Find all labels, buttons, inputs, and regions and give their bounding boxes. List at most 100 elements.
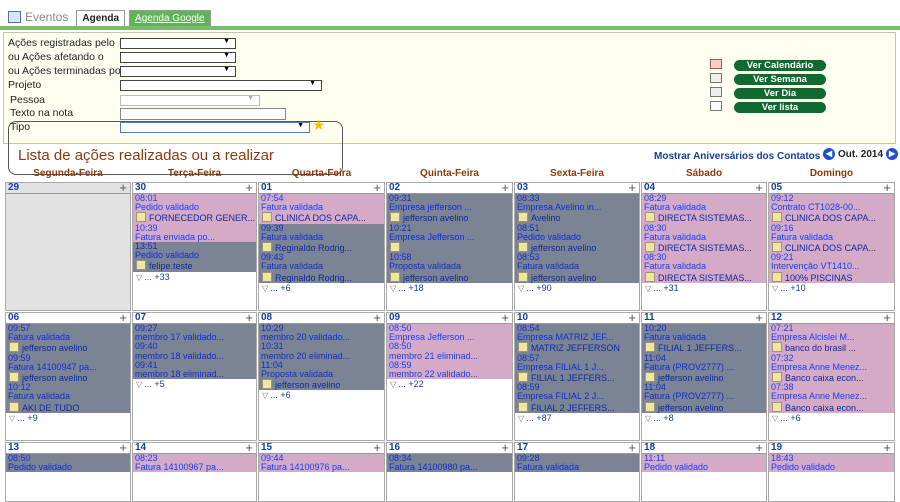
more-events-link[interactable]: ... +5 (133, 379, 256, 390)
event-contact[interactable]: DIRECTA SISTEMAS... (644, 212, 764, 223)
event-item[interactable]: 09:57 Fatura validada jefferson avelino (6, 324, 130, 354)
calendar-day-19[interactable]: 19 +18:43 Pedido validado (768, 442, 895, 502)
calendar-day-06[interactable]: 06 +09:57 Fatura validada jefferson avelino… (5, 312, 131, 441)
ver-semana-button[interactable]: Ver Semana (734, 74, 826, 85)
event-item[interactable]: 09:41 membro 18 eliminad... (133, 360, 256, 380)
add-event-icon[interactable]: + (501, 443, 509, 455)
event-contact[interactable] (389, 242, 510, 253)
event-item[interactable]: 11:04 Proposta validada jefferson avelino (259, 360, 384, 391)
event-contact[interactable]: Banco caixa econ... (771, 402, 892, 413)
event-contact[interactable]: jefferson avelino (517, 272, 637, 283)
event-item[interactable]: 08:59 Empresa FILIAL 2 J... FILIAL 2 JEFFE… (515, 383, 639, 413)
next-month-icon[interactable]: ▶ (886, 148, 899, 160)
event-contact[interactable]: jefferson avelino (389, 272, 510, 283)
day-number[interactable]: 29 (8, 183, 19, 193)
select-pessoa[interactable] (120, 95, 260, 106)
event-item[interactable]: 11:04 Fatura (PROV2777) ... jefferson avel… (642, 353, 766, 384)
calendar-day-16[interactable]: 16 +08:34 Fatura 14100980 pa... (386, 442, 513, 502)
event-item[interactable]: 10:58 Proposta validada jefferson avelino (387, 253, 512, 283)
add-event-icon[interactable]: + (755, 443, 763, 455)
event-contact[interactable]: felipe.teste (135, 260, 254, 271)
day-number[interactable]: 19 (771, 443, 782, 453)
select-projeto[interactable] (120, 80, 322, 91)
tab-eventos[interactable]: Eventos (4, 8, 72, 26)
day-number[interactable]: 01 (261, 183, 272, 193)
select-tipo[interactable] (120, 122, 310, 133)
event-item[interactable]: 13:51 Pedido validado felipe.teste (133, 242, 256, 272)
event-item[interactable]: 08:30 Fatura validada DIRECTA SISTEMAS... (642, 253, 766, 283)
day-number[interactable]: 16 (389, 443, 400, 453)
calendar-day-29[interactable]: 29 + (5, 182, 131, 311)
day-number[interactable]: 18 (644, 443, 655, 453)
calendar-day-12[interactable]: 12 +07:21 Empresa Alcislei M... banco do br… (768, 312, 895, 441)
event-item[interactable]: 08:53 Fatura validada jefferson avelino (515, 253, 639, 283)
tab-agenda-google[interactable]: Agenda Google (129, 10, 211, 26)
event-item[interactable]: 08:34 Fatura 14100980 pa... (387, 454, 512, 473)
day-number[interactable]: 02 (389, 183, 400, 193)
event-item[interactable]: 08:33 Empresa Avelino in... Avelino (515, 194, 639, 224)
event-contact[interactable]: MATRIZ JEFFERSON (517, 342, 637, 353)
more-events-link[interactable]: ... +33 (133, 272, 256, 283)
event-contact[interactable]: jefferson avelino (644, 402, 764, 413)
event-item[interactable]: 18:43 Pedido validado (769, 454, 894, 473)
add-event-icon[interactable]: + (119, 313, 127, 325)
more-events-link[interactable]: ... +8 (642, 413, 766, 424)
day-number[interactable]: 06 (8, 313, 19, 323)
event-item[interactable]: 10:31 membro 20 eliminad... (259, 342, 384, 361)
add-event-icon[interactable]: + (628, 443, 636, 455)
event-contact[interactable]: 100% PISCINAS (771, 272, 892, 283)
more-events-link[interactable]: ... +31 (642, 283, 766, 294)
event-item[interactable]: 09:40 membro 18 validado... (133, 342, 256, 361)
event-item[interactable]: 07:38 Empresa Anne Menez... Banco caixa ec… (769, 383, 894, 413)
event-contact[interactable]: jefferson avelino (389, 212, 510, 223)
add-event-icon[interactable]: + (119, 443, 127, 455)
event-contact[interactable]: Banco caixa econ... (771, 372, 892, 383)
calendar-day-17[interactable]: 17 +09:28 Fatura validada (514, 442, 640, 502)
event-item[interactable]: 08:50 membro 21 eliminad... (387, 342, 512, 361)
event-item[interactable]: 08:59 membro 22 validado... (387, 360, 512, 380)
select-terminadas[interactable] (120, 66, 236, 77)
event-contact[interactable]: CLINICA DOS CAPA... (261, 212, 382, 223)
event-item[interactable]: 09:44 Fatura 14100976 pa... (259, 454, 384, 473)
event-contact[interactable]: AKI DE TUDO (8, 402, 128, 413)
select-afetando[interactable] (120, 52, 236, 63)
select-registradas[interactable] (120, 38, 236, 49)
calendar-day-04[interactable]: 04 +08:29 Fatura validada DIRECTA SISTEMAS.… (641, 182, 767, 311)
add-event-icon[interactable]: + (245, 443, 253, 455)
event-contact[interactable]: CLINICA DOS CAPA... (771, 212, 892, 223)
event-item[interactable]: 08:54 Empresa MATRIZ JEF... MATRIZ JEFFERS… (515, 324, 639, 354)
day-number[interactable]: 15 (261, 443, 272, 453)
texto-input[interactable] (120, 108, 286, 120)
more-events-link[interactable]: ... +87 (515, 413, 639, 424)
calendar-day-03[interactable]: 03 +08:33 Empresa Avelino in... Avelino 08:5… (514, 182, 640, 311)
add-event-icon[interactable]: + (755, 183, 763, 195)
event-item[interactable]: 09:12 Contrato CT1028-00... CLINICA DOS CA… (769, 194, 894, 224)
day-number[interactable]: 04 (644, 183, 655, 193)
add-event-icon[interactable]: + (628, 183, 636, 195)
calendar-day-14[interactable]: 14 +08:23 Fatura 14100967 pa... (132, 442, 257, 502)
day-number[interactable]: 07 (135, 313, 146, 323)
event-contact[interactable]: DIRECTA SISTEMAS... (644, 272, 764, 283)
event-item[interactable]: 08:30 Fatura validada DIRECTA SISTEMAS... (642, 223, 766, 254)
day-number[interactable]: 11 (644, 313, 655, 323)
event-item[interactable]: 09:31 Empresa jefferson ... jefferson avel… (387, 194, 512, 224)
add-event-icon[interactable]: + (501, 183, 509, 195)
day-number[interactable]: 14 (135, 443, 146, 453)
event-item[interactable]: 09:59 Fatura 14100947 pa... jefferson avel… (6, 353, 130, 384)
event-contact[interactable]: Avelino (517, 212, 637, 223)
calendar-day-02[interactable]: 02 +09:31 Empresa jefferson ... jefferson a… (386, 182, 513, 311)
more-events-link[interactable]: ... +10 (769, 283, 894, 294)
add-event-icon[interactable]: + (119, 183, 127, 195)
event-contact[interactable]: FILIAL 2 JEFFERS... (517, 402, 637, 413)
more-events-link[interactable]: ... +6 (259, 390, 384, 401)
event-contact[interactable]: FILIAL 1 JEFFERS... (517, 372, 637, 383)
day-number[interactable]: 05 (771, 183, 782, 193)
ver-lista-button[interactable]: Ver lista (734, 102, 826, 113)
event-contact[interactable]: banco do brasil ... (771, 342, 892, 353)
day-number[interactable]: 30 (135, 183, 146, 193)
event-contact[interactable]: jefferson avelino (517, 242, 637, 253)
event-item[interactable]: 08:23 Fatura 14100967 pa... (133, 454, 256, 473)
more-events-link[interactable]: ... +6 (259, 283, 384, 294)
event-contact[interactable]: Reginaldo Rodrig... (261, 242, 382, 253)
event-item[interactable]: 09:28 Fatura validada (515, 454, 639, 473)
